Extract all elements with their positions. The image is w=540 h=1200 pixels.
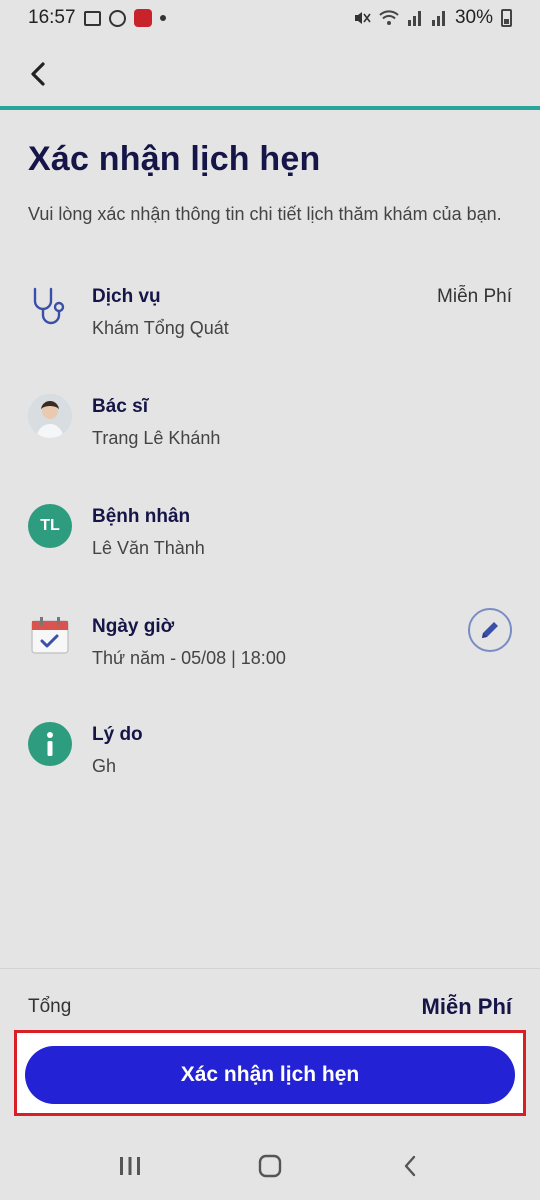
- doctor-label: Bác sĩ: [92, 396, 148, 417]
- red-app-notification-icon: [133, 9, 152, 27]
- status-right: 30%: [353, 7, 512, 29]
- service-value: Khám Tổng Quát: [92, 318, 229, 338]
- calendar-check-icon: [28, 614, 72, 658]
- edit-datetime-button[interactable]: [468, 608, 512, 652]
- recent-apps-button[interactable]: [100, 1146, 160, 1186]
- reason-value: Gh: [92, 756, 117, 776]
- wifi-icon: [379, 10, 399, 25]
- status-time: 16:57: [28, 7, 76, 28]
- signal-icon: [407, 11, 421, 26]
- service-label: Dịch vụ: [92, 286, 161, 307]
- service-row: Dịch vụ Khám Tổng Quát Miễn Phí: [0, 284, 540, 354]
- service-price: Miễn Phí: [437, 286, 512, 307]
- stethoscope-icon: [28, 284, 72, 328]
- battery-icon: [501, 9, 512, 27]
- back-chevron-icon: [404, 1155, 416, 1177]
- patient-label: Bệnh nhân: [92, 506, 191, 527]
- battery-percent: 30%: [454, 7, 493, 28]
- info-icon: [28, 722, 72, 766]
- pencil-icon: [482, 622, 498, 638]
- reason-row: Lý do Gh: [0, 722, 540, 792]
- confirm-button-highlight: Xác nhận lịch hẹn: [14, 1030, 526, 1116]
- patient-avatar: TL: [28, 504, 72, 548]
- total-value: Miễn Phí: [421, 994, 512, 1019]
- gallery-notification-icon: [83, 10, 101, 26]
- status-left: 16:57: [28, 7, 166, 29]
- patient-value: Lê Văn Thành: [92, 538, 205, 558]
- app-notification-icon: [108, 9, 126, 27]
- doctor-value: Trang Lê Khánh: [92, 428, 221, 448]
- home-button[interactable]: [240, 1146, 300, 1186]
- system-nav-bar: [0, 1132, 540, 1200]
- datetime-value: Thứ năm - 05/08 | 18:00: [92, 648, 286, 668]
- page-title: Xác nhận lịch hẹn: [28, 140, 321, 178]
- progress-bar: [0, 106, 540, 110]
- back-button[interactable]: [20, 56, 56, 92]
- header: [0, 36, 540, 106]
- datetime-row: Ngày giờ Thứ năm - 05/08 | 18:00: [0, 608, 540, 684]
- status-bar: 16:57 30%: [0, 0, 540, 36]
- doctor-row: Bác sĩ Trang Lê Khánh: [0, 394, 540, 464]
- doctor-avatar: [28, 394, 72, 438]
- more-notifications-icon: [159, 15, 166, 21]
- page-subtitle: Vui lòng xác nhận thông tin chi tiết lịc…: [28, 204, 502, 224]
- patient-row: TL Bệnh nhân Lê Văn Thành: [0, 504, 540, 574]
- mute-icon: [354, 12, 371, 24]
- system-back-button[interactable]: [380, 1146, 440, 1186]
- total-label: Tổng: [28, 996, 72, 1017]
- signal-icon-2: [431, 11, 445, 26]
- footer-divider: [0, 968, 540, 969]
- confirm-appointment-button[interactable]: Xác nhận lịch hẹn: [25, 1046, 515, 1104]
- datetime-label: Ngày giờ: [92, 616, 175, 637]
- recent-apps-icon: [120, 1157, 140, 1175]
- chevron-left-icon: [31, 62, 45, 86]
- reason-label: Lý do: [92, 724, 143, 745]
- home-icon: [258, 1154, 282, 1178]
